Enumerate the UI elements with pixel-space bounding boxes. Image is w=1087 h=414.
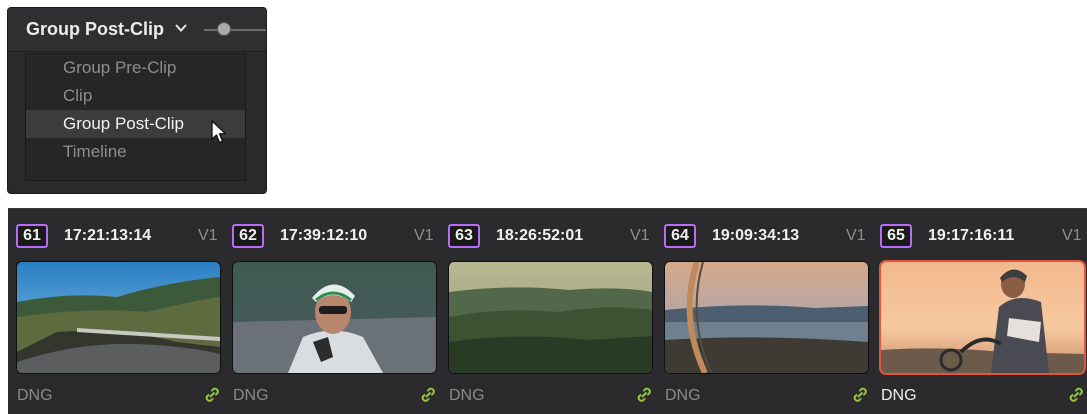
link-icon[interactable] xyxy=(636,386,652,404)
chevron-down-icon xyxy=(175,24,187,32)
menu-item-clip[interactable]: Clip xyxy=(26,82,245,110)
slider-handle[interactable] xyxy=(218,23,230,35)
clip-timecode: 19:17:16:11 xyxy=(928,227,1015,244)
clip-format: DNG xyxy=(449,387,485,404)
clip-track: V1 xyxy=(198,227,218,244)
clip-timecode: 19:09:34:13 xyxy=(712,227,800,244)
clip-thumbnail-strip: 61 17:21:13:14 V1 DNG 62 17:39:12:10 V1 … xyxy=(8,208,1087,414)
grading-mode-menu: Group Pre-Clip Clip Group Post-Clip Time… xyxy=(25,53,246,181)
clip-track: V1 xyxy=(846,227,866,244)
clip-format: DNG xyxy=(17,387,53,404)
link-icon[interactable] xyxy=(204,386,220,404)
clip-thumbnail[interactable] xyxy=(17,262,220,373)
clip-item[interactable]: 64 19:09:34:13 V1 DNG xyxy=(656,208,872,414)
clip-number-badge: 61 xyxy=(16,224,48,248)
link-icon[interactable] xyxy=(852,386,868,404)
clip-number-badge: 65 xyxy=(880,224,912,248)
cursor-arrow-icon xyxy=(211,120,227,144)
link-icon[interactable] xyxy=(420,386,436,404)
menu-item-group-pre-clip[interactable]: Group Pre-Clip xyxy=(26,54,245,82)
link-icon[interactable] xyxy=(1068,386,1084,404)
clip-format: DNG xyxy=(881,387,917,404)
clip-item-selected[interactable]: 65 19:17:16:11 V1 DNG xyxy=(872,208,1087,414)
clip-thumbnail[interactable] xyxy=(449,262,652,373)
clip-number-badge: 62 xyxy=(232,224,264,248)
clip-format: DNG xyxy=(233,387,269,404)
clip-thumbnail[interactable] xyxy=(665,262,868,373)
clip-item[interactable]: 62 17:39:12:10 V1 DNG xyxy=(224,208,440,414)
clip-timecode: 17:21:13:14 xyxy=(64,227,152,244)
clip-track: V1 xyxy=(414,227,434,244)
grading-mode-dropdown[interactable]: Group Post-Clip xyxy=(8,8,266,52)
clip-item[interactable]: 63 18:26:52:01 V1 DNG xyxy=(440,208,656,414)
clip-format: DNG xyxy=(665,387,701,404)
grading-mode-current: Group Post-Clip xyxy=(26,19,164,39)
clip-item[interactable]: 61 17:21:13:14 V1 DNG xyxy=(8,208,224,414)
clip-track: V1 xyxy=(1062,227,1082,244)
clip-number-badge: 63 xyxy=(448,224,480,248)
clip-thumbnail[interactable] xyxy=(881,262,1084,373)
slider-track[interactable] xyxy=(204,29,266,31)
clip-track: V1 xyxy=(630,227,650,244)
clip-timecode: 17:39:12:10 xyxy=(280,227,368,244)
clip-timecode: 18:26:52:01 xyxy=(496,227,584,244)
grading-mode-panel: Group Post-Clip Group Pre-Clip Clip Grou… xyxy=(8,8,266,193)
clip-number-badge: 64 xyxy=(664,224,696,248)
clip-thumbnail[interactable] xyxy=(233,262,436,373)
